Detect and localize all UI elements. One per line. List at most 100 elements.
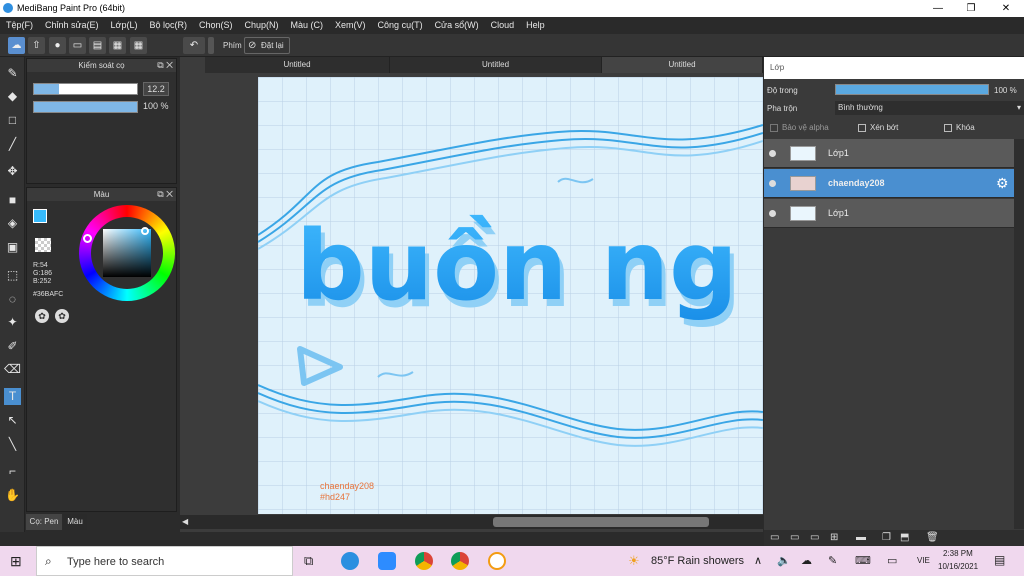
panel-close-icon[interactable]: ⧉ ✕ [157, 59, 173, 72]
brush-opacity-slider[interactable] [33, 101, 138, 113]
hand-tool-icon[interactable]: ✋ [4, 487, 21, 504]
add-layer-icon[interactable]: ⊞ [830, 532, 838, 543]
select-eraser-icon[interactable]: ⌫ [4, 361, 21, 378]
windows-start-icon[interactable]: ⊞ [10, 553, 22, 570]
menu-tools[interactable]: Công cụ(T) [372, 17, 429, 30]
new-layer-icon[interactable]: ▭ [770, 532, 779, 543]
scroll-thumb[interactable] [493, 517, 709, 527]
edge-icon[interactable] [341, 552, 359, 570]
visibility-icon[interactable] [769, 180, 776, 187]
menu-help[interactable]: Help [520, 17, 551, 30]
folder-icon[interactable]: ▬ [856, 532, 866, 543]
menu-view[interactable]: Xem(V) [329, 17, 372, 30]
doc-tab-1[interactable]: Untitled [205, 57, 390, 73]
chat-icon[interactable]: ● [49, 37, 66, 54]
clipping-checkbox[interactable] [858, 124, 866, 132]
bucket-tool-icon[interactable]: ◈ [4, 215, 21, 232]
lock-checkbox[interactable] [944, 124, 952, 132]
horizontal-scrollbar[interactable]: ◀ [180, 515, 763, 529]
transparent-swatch[interactable] [35, 238, 51, 252]
minimize-button[interactable]: — [921, 0, 955, 17]
blur-tool-icon[interactable]: ╱ [4, 136, 21, 153]
eraser-tool-icon[interactable]: ◆ [4, 88, 21, 105]
grid-icon[interactable]: ▦ [130, 37, 147, 54]
eyedropper-icon[interactable]: ⌐ [4, 463, 21, 480]
language-indicator[interactable]: VIE [917, 556, 930, 565]
zoom-icon[interactable] [378, 552, 396, 570]
text-tool-icon[interactable]: T [4, 388, 21, 405]
layer-scrollbar[interactable] [1014, 139, 1024, 529]
chrome-profile-icon[interactable] [451, 552, 469, 570]
saturation-value-square[interactable] [103, 229, 151, 277]
brush-tool-icon[interactable]: ✎ [4, 65, 21, 82]
new-halftone-layer-icon[interactable]: ▭ [790, 532, 799, 543]
select-rect-icon[interactable]: ⬚ [4, 267, 21, 284]
cloud-sync-icon[interactable]: ☁ [801, 554, 812, 567]
hue-wheel[interactable] [79, 205, 175, 301]
menu-edit[interactable]: Chỉnh sửa(E) [39, 17, 105, 30]
brush-size-value[interactable]: 12.2 [143, 82, 169, 96]
maximize-button[interactable]: ❐ [954, 0, 988, 17]
clock-date[interactable]: 10/16/2021 [938, 562, 978, 571]
speaker-icon[interactable]: 🔈 [777, 554, 791, 567]
close-button[interactable]: ✕ [989, 0, 1023, 17]
palette-add-icon[interactable]: ✿ [55, 309, 69, 323]
color-picker-handle[interactable] [141, 227, 149, 235]
chevron-up-icon[interactable]: ∧ [754, 554, 762, 567]
chrome-icon[interactable] [415, 552, 433, 570]
new-8bit-layer-icon[interactable]: ▭ [810, 532, 819, 543]
visibility-icon[interactable] [769, 210, 776, 217]
trash-icon[interactable]: 🗑 [926, 532, 939, 543]
layer-row-selected[interactable]: chaenday208 ⚙ [764, 169, 1014, 198]
menu-snap[interactable]: Chụp(N) [239, 17, 285, 30]
tab-color[interactable]: Màu [63, 514, 87, 530]
task-view-icon[interactable]: ⧉ [304, 553, 313, 569]
gear-icon[interactable]: ⚙ [996, 175, 1009, 192]
doc-tab-2[interactable]: Untitled [390, 57, 602, 73]
menu-window[interactable]: Cửa sổ(W) [429, 17, 485, 30]
visibility-icon[interactable] [769, 150, 776, 157]
foreground-color-swatch[interactable] [33, 209, 47, 223]
comment-icon[interactable]: ▭ [69, 37, 86, 54]
blend-mode-select[interactable]: Bình thường ▾ [835, 101, 1024, 115]
pen-icon[interactable]: ✎ [828, 554, 837, 567]
brush-size-slider[interactable] [33, 83, 138, 95]
search-box[interactable]: ⌕ Type here to search [36, 546, 293, 576]
weather-text[interactable]: 85°F Rain showers [651, 555, 744, 567]
menu-color[interactable]: Màu (C) [285, 17, 330, 30]
menu-filter[interactable]: Bộ lọc(R) [143, 17, 193, 30]
magic-wand-icon[interactable]: ✦ [4, 314, 21, 331]
drawing-canvas[interactable]: buồn ng buồn ng chaenday208 #hd247 [258, 77, 763, 514]
tab-brush[interactable]: Cọ: Pen [26, 514, 62, 530]
undo-icon[interactable]: ↶ [183, 37, 205, 54]
merge-layer-icon[interactable]: ⬒ [900, 532, 909, 543]
cloud-icon[interactable]: ☁ [8, 37, 25, 54]
protect-alpha-checkbox[interactable] [770, 124, 778, 132]
dot-tool-icon[interactable]: □ [4, 112, 21, 129]
fill-shape-icon[interactable]: ■ [4, 192, 21, 209]
frame-divider-icon[interactable]: ╲ [4, 436, 21, 453]
palette-icon[interactable]: ✿ [35, 309, 49, 323]
gradient-tool-icon[interactable]: ▣ [4, 239, 21, 256]
scroll-left-icon[interactable]: ◀ [182, 517, 188, 526]
keyboard-icon[interactable]: ⌨ [855, 554, 871, 567]
display-icon[interactable]: ▭ [887, 554, 897, 567]
menu-cloud[interactable]: Cloud [485, 17, 521, 30]
hue-handle[interactable] [83, 234, 92, 243]
layer-row[interactable]: Lớp1 [764, 139, 1014, 168]
layer-opacity-slider[interactable] [835, 84, 989, 95]
menu-file[interactable]: Tệp(F) [0, 17, 39, 30]
page-icon[interactable]: ▤ [89, 37, 106, 54]
clock-time[interactable]: 2:38 PM [943, 549, 973, 558]
duplicate-layer-icon[interactable]: ❐ [882, 532, 891, 543]
move-tool-icon[interactable]: ✥ [4, 163, 21, 180]
layer-row[interactable]: Lớp1 [764, 199, 1014, 228]
lasso-icon[interactable]: ◌ [4, 291, 21, 308]
medibang-icon[interactable] [488, 552, 506, 570]
operation-tool-icon[interactable]: ↖ [4, 412, 21, 429]
notification-icon[interactable]: ▤ [994, 553, 1005, 567]
menu-layer[interactable]: Lớp(L) [105, 17, 144, 30]
menu-select[interactable]: Chọn(S) [193, 17, 239, 30]
doc-tab-3[interactable]: Untitled [602, 57, 763, 73]
upload-icon[interactable]: ⇧ [28, 37, 45, 54]
